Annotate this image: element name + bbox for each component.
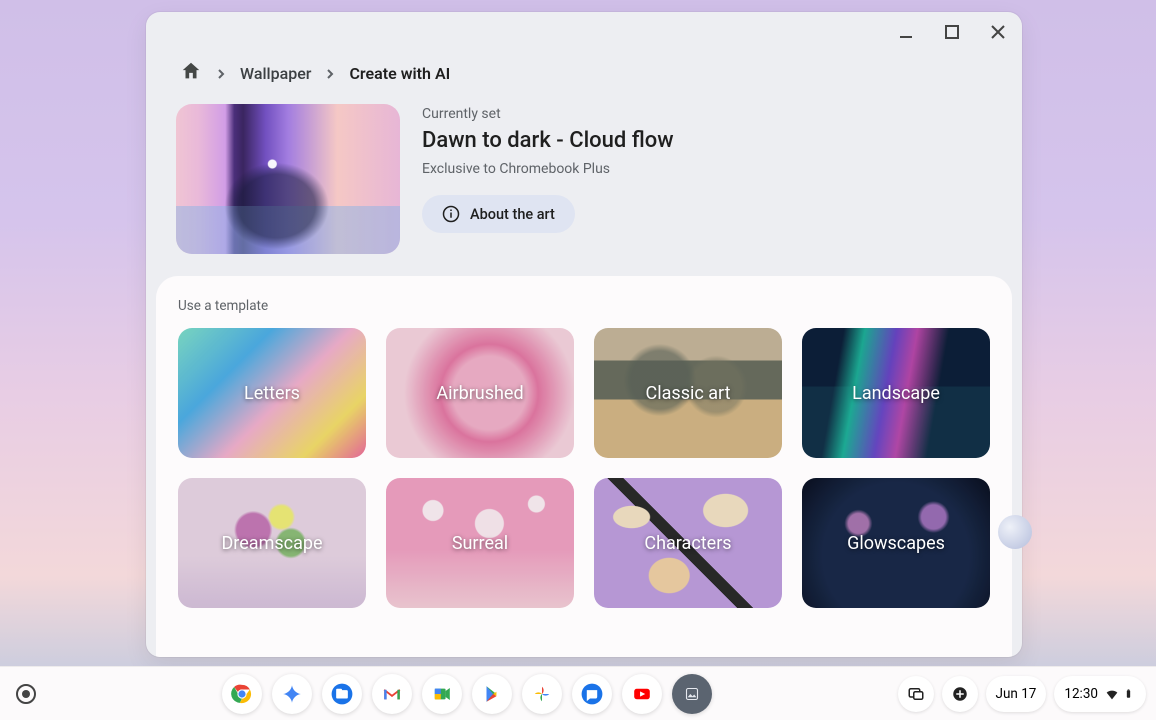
shelf-overview-button[interactable] (898, 676, 934, 712)
battery-icon (1126, 686, 1136, 702)
window-titlebar (146, 12, 1022, 52)
current-wallpaper-subtitle: Exclusive to Chromebook Plus (422, 161, 992, 177)
templates-heading: Use a template (178, 298, 990, 314)
template-landscape[interactable]: Landscape (802, 328, 990, 458)
maximize-button[interactable] (938, 18, 966, 46)
wallpaper-settings-window: Wallpaper Create with AI Currently set D… (146, 12, 1022, 657)
youtube-icon[interactable] (622, 674, 662, 714)
gmail-icon[interactable] (372, 674, 412, 714)
status-tray[interactable]: 12:30 (1054, 676, 1146, 712)
files-icon[interactable] (322, 674, 362, 714)
template-dreamscape[interactable]: Dreamscape (178, 478, 366, 608)
minimize-button[interactable] (892, 18, 920, 46)
shelf-add-button[interactable] (942, 676, 978, 712)
shelf-apps (222, 674, 712, 714)
launcher-button[interactable] (16, 684, 36, 704)
template-label: Glowscapes (847, 533, 945, 554)
breadcrumb-wallpaper[interactable]: Wallpaper (240, 64, 311, 83)
chevron-right-icon (325, 64, 335, 83)
shelf-date[interactable]: Jun 17 (986, 676, 1047, 712)
shelf: Jun 17 12:30 (0, 666, 1156, 720)
template-label: Letters (244, 383, 300, 404)
about-the-art-label: About the art (470, 206, 555, 223)
about-the-art-button[interactable]: About the art (422, 195, 575, 233)
current-wallpaper-title: Dawn to dark - Cloud flow (422, 128, 992, 153)
current-wallpaper-info: Currently set Dawn to dark - Cloud flow … (422, 104, 992, 254)
template-label: Surreal (452, 533, 508, 554)
wifi-icon (1104, 686, 1120, 702)
photos-icon[interactable] (522, 674, 562, 714)
templates-grid: Letters Airbrushed Classic art Landscape… (178, 328, 990, 608)
template-label: Landscape (852, 383, 940, 404)
templates-panel: Use a template Letters Airbrushed Classi… (156, 276, 1012, 657)
shelf-date-text: Jun 17 (996, 686, 1037, 702)
template-label: Airbrushed (436, 383, 523, 404)
current-wallpaper-preview[interactable] (176, 104, 400, 254)
template-label: Classic art (646, 383, 731, 404)
wallpaper-app-icon[interactable] (672, 674, 712, 714)
currently-set-section: Currently set Dawn to dark - Cloud flow … (146, 104, 1022, 276)
messages-icon[interactable] (572, 674, 612, 714)
gemini-icon[interactable] (272, 674, 312, 714)
status-area: Jun 17 12:30 (898, 676, 1147, 712)
play-store-icon[interactable] (472, 674, 512, 714)
chrome-icon[interactable] (222, 674, 262, 714)
template-classic-art[interactable]: Classic art (594, 328, 782, 458)
home-icon[interactable] (180, 60, 202, 86)
template-label: Dreamscape (221, 533, 322, 554)
shelf-time-text: 12:30 (1064, 686, 1098, 702)
template-letters[interactable]: Letters (178, 328, 366, 458)
chevron-right-icon (216, 64, 226, 83)
template-glowscapes[interactable]: Glowscapes (802, 478, 990, 608)
template-surreal[interactable]: Surreal (386, 478, 574, 608)
breadcrumb: Wallpaper Create with AI (146, 52, 1022, 104)
scroll-indicator[interactable] (998, 515, 1032, 549)
close-button[interactable] (984, 18, 1012, 46)
breadcrumb-current: Create with AI (349, 64, 450, 83)
meet-icon[interactable] (422, 674, 462, 714)
template-airbrushed[interactable]: Airbrushed (386, 328, 574, 458)
template-label: Characters (644, 533, 731, 554)
currently-set-label: Currently set (422, 106, 992, 122)
template-characters[interactable]: Characters (594, 478, 782, 608)
info-icon (442, 205, 460, 223)
